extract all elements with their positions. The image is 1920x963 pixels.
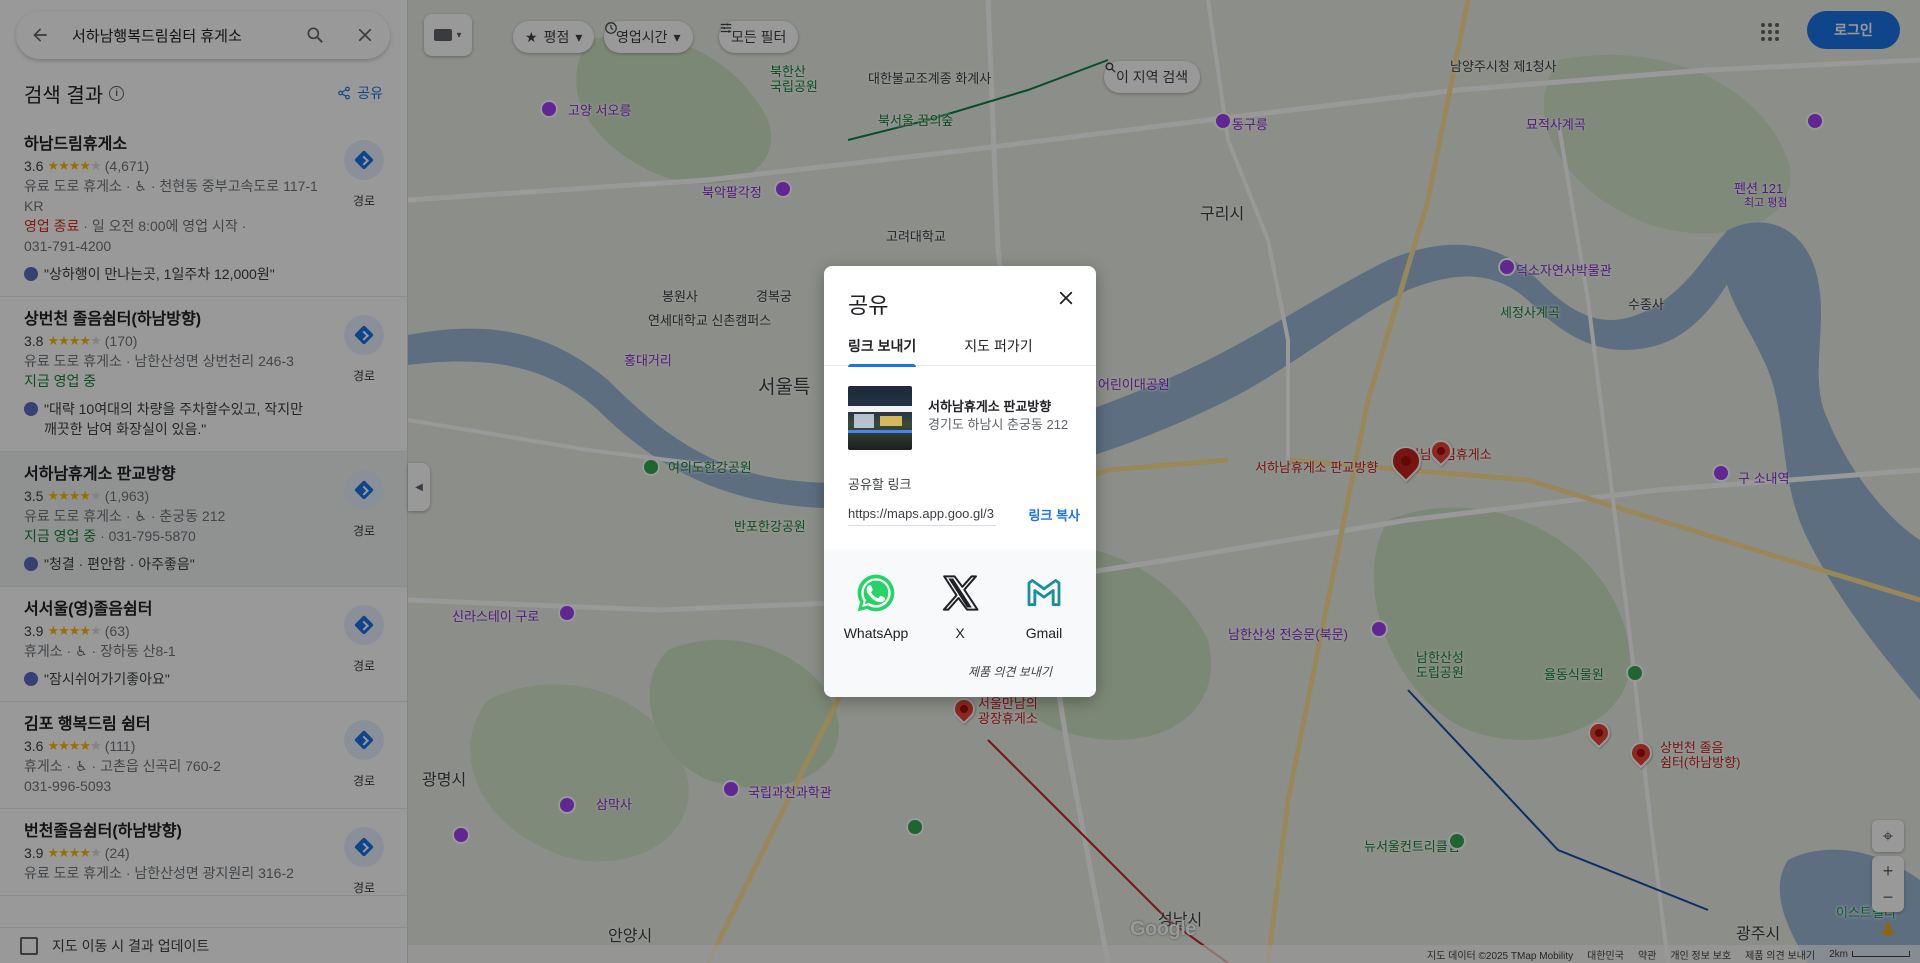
- whatsapp-icon: [857, 574, 895, 612]
- copy-link-button[interactable]: 링크 복사: [1029, 505, 1080, 524]
- gmail-icon: [1027, 579, 1061, 607]
- place-thumbnail: [848, 386, 912, 450]
- share-x-button[interactable]: X: [922, 569, 998, 641]
- tab-embed-map[interactable]: 지도 퍼가기: [964, 328, 1032, 366]
- share-targets-panel: WhatsApp X Gmail 제품 의견 보내기: [824, 549, 1096, 697]
- share-link-label: 공유할 링크: [848, 477, 912, 492]
- shared-place-card: 서하남휴게소 판교방향 경기도 하남시 춘궁동 212: [848, 386, 1078, 450]
- shared-place-name: 서하남휴게소 판교방향: [928, 399, 1052, 414]
- share-tabs: 링크 보내기 지도 퍼가기: [824, 328, 1096, 367]
- shared-place-address: 경기도 하남시 춘궁동 212: [928, 417, 1069, 432]
- close-dialog-button[interactable]: [1054, 286, 1078, 310]
- share-gmail-button[interactable]: Gmail: [1006, 569, 1082, 641]
- tab-send-link[interactable]: 링크 보내기: [848, 328, 917, 367]
- x-logo-icon: [942, 575, 979, 611]
- send-feedback-link[interactable]: 제품 의견 보내기: [968, 663, 1052, 680]
- share-link-input[interactable]: [848, 502, 996, 526]
- close-icon: [1059, 291, 1073, 305]
- share-whatsapp-button[interactable]: WhatsApp: [838, 569, 914, 641]
- share-dialog: 공유 링크 보내기 지도 퍼가기 서하남휴게소 판교방향 경기도 하남시 춘궁동…: [824, 266, 1096, 697]
- maps-app: 서하남행복드림쉼터 휴게소 검색 결과 i 공유 하남드림휴게소 3.6 ★★★…: [0, 0, 1920, 963]
- dialog-title: 공유: [848, 293, 889, 318]
